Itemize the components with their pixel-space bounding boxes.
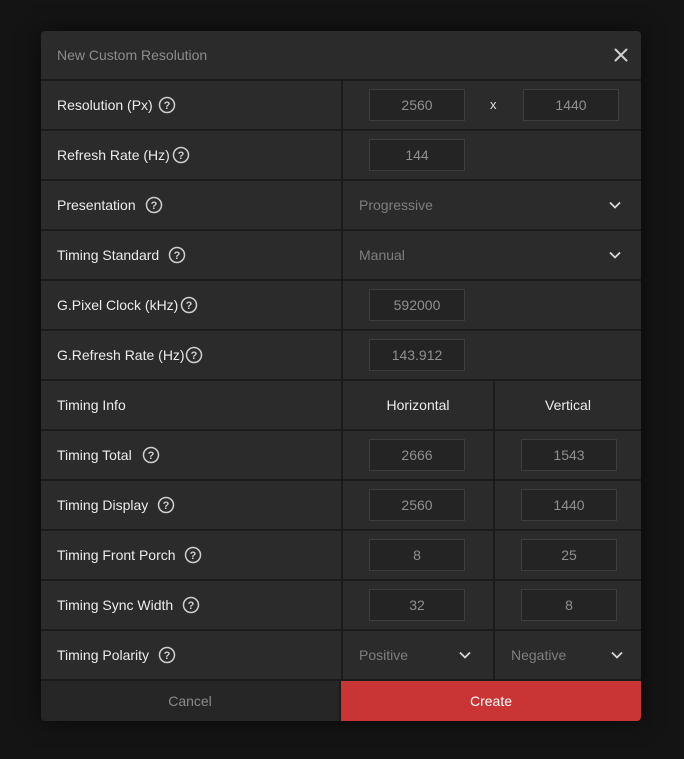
timing-total-label: Timing Total (57, 447, 132, 463)
sync-width-horizontal-input[interactable]: 32 (369, 589, 465, 621)
timing-polarity-label: Timing Polarity (57, 647, 150, 663)
row-timing-front-porch: Timing Front Porch ? 8 25 (41, 531, 641, 579)
help-icon[interactable]: ? (158, 96, 176, 114)
polarity-vertical-select[interactable]: Negative (495, 631, 641, 679)
refresh-rate-input[interactable]: 144 (369, 139, 465, 171)
svg-text:?: ? (188, 600, 195, 612)
help-icon[interactable]: ? (142, 446, 160, 464)
row-pixel-clock: G.Pixel Clock (kHz) ? 592000 (41, 281, 641, 329)
svg-text:?: ? (191, 350, 198, 362)
presentation-selected: Progressive (359, 197, 433, 213)
svg-text:?: ? (178, 150, 185, 162)
help-icon[interactable]: ? (182, 596, 200, 614)
timing-total-vertical-input[interactable]: 1543 (521, 439, 617, 471)
help-icon[interactable]: ? (184, 546, 202, 564)
timing-info-label: Timing Info (57, 397, 126, 413)
front-porch-horizontal-input[interactable]: 8 (369, 539, 465, 571)
help-icon[interactable]: ? (168, 246, 186, 264)
svg-text:?: ? (174, 250, 181, 262)
row-g-refresh-rate: G.Refresh Rate (Hz) ? 143.912 (41, 331, 641, 379)
timing-front-porch-label: Timing Front Porch (57, 547, 176, 563)
row-resolution: Resolution (Px) ? 2560 x 1440 (41, 81, 641, 129)
close-button[interactable] (609, 43, 633, 67)
polarity-horizontal-selected: Positive (359, 647, 409, 663)
svg-text:?: ? (148, 450, 155, 462)
create-button[interactable]: Create (341, 681, 641, 721)
row-timing-total: Timing Total ? 2666 1543 (41, 431, 641, 479)
timing-display-label: Timing Display (57, 497, 149, 513)
pixel-clock-input[interactable]: 592000 (369, 289, 465, 321)
help-icon[interactable]: ? (185, 346, 203, 364)
help-icon[interactable]: ? (145, 196, 163, 214)
dialog-titlebar: New Custom Resolution (41, 31, 641, 79)
dialog-footer: Cancel Create (41, 681, 641, 721)
resolution-label: Resolution (Px) (57, 97, 153, 113)
svg-text:?: ? (164, 100, 171, 112)
resolution-separator: x (490, 97, 497, 112)
close-icon (614, 48, 628, 62)
timing-standard-selected: Manual (359, 247, 405, 263)
presentation-select[interactable]: Progressive (343, 181, 641, 229)
timing-sync-width-label: Timing Sync Width (57, 597, 174, 613)
pixel-clock-label: G.Pixel Clock (kHz) (57, 297, 179, 313)
sync-width-vertical-input[interactable]: 8 (521, 589, 617, 621)
refresh-rate-label: Refresh Rate (Hz) (57, 147, 170, 163)
row-timing-polarity: Timing Polarity ? Positive Negative (41, 631, 641, 679)
chevron-down-icon (609, 251, 621, 259)
row-timing-standard: Timing Standard ? Manual (41, 231, 641, 279)
polarity-vertical-selected: Negative (511, 647, 567, 663)
row-timing-display: Timing Display ? 2560 1440 (41, 481, 641, 529)
new-custom-resolution-dialog: New Custom Resolution Resolution (Px) ? … (41, 31, 641, 721)
svg-text:?: ? (151, 200, 158, 212)
help-icon[interactable]: ? (157, 496, 175, 514)
timing-display-vertical-input[interactable]: 1440 (521, 489, 617, 521)
svg-text:?: ? (186, 300, 193, 312)
column-header-horizontal: Horizontal (386, 397, 450, 413)
cancel-button[interactable]: Cancel (41, 681, 339, 721)
svg-text:?: ? (190, 550, 197, 562)
resolution-width-input[interactable]: 2560 (369, 89, 465, 121)
presentation-label: Presentation (57, 197, 136, 213)
help-icon[interactable]: ? (158, 646, 176, 664)
resolution-height-input[interactable]: 1440 (523, 89, 619, 121)
g-refresh-rate-input[interactable]: 143.912 (369, 339, 465, 371)
timing-standard-label: Timing Standard (57, 247, 160, 263)
g-refresh-rate-label: G.Refresh Rate (Hz) (57, 347, 185, 363)
column-header-vertical: Vertical (545, 397, 591, 413)
timing-display-horizontal-input[interactable]: 2560 (369, 489, 465, 521)
help-icon[interactable]: ? (172, 146, 190, 164)
timing-standard-select[interactable]: Manual (343, 231, 641, 279)
svg-text:?: ? (164, 650, 171, 662)
row-presentation: Presentation ? Progressive (41, 181, 641, 229)
timing-total-horizontal-input[interactable]: 2666 (369, 439, 465, 471)
chevron-down-icon (611, 651, 623, 659)
dialog-title: New Custom Resolution (57, 47, 208, 63)
front-porch-vertical-input[interactable]: 25 (521, 539, 617, 571)
chevron-down-icon (459, 651, 471, 659)
polarity-horizontal-select[interactable]: Positive (343, 631, 493, 679)
row-timing-sync-width: Timing Sync Width ? 32 8 (41, 581, 641, 629)
chevron-down-icon (609, 201, 621, 209)
row-refresh-rate: Refresh Rate (Hz) ? 144 (41, 131, 641, 179)
svg-text:?: ? (163, 500, 170, 512)
help-icon[interactable]: ? (180, 296, 198, 314)
row-timing-info: Timing Info Horizontal Vertical (41, 381, 641, 429)
